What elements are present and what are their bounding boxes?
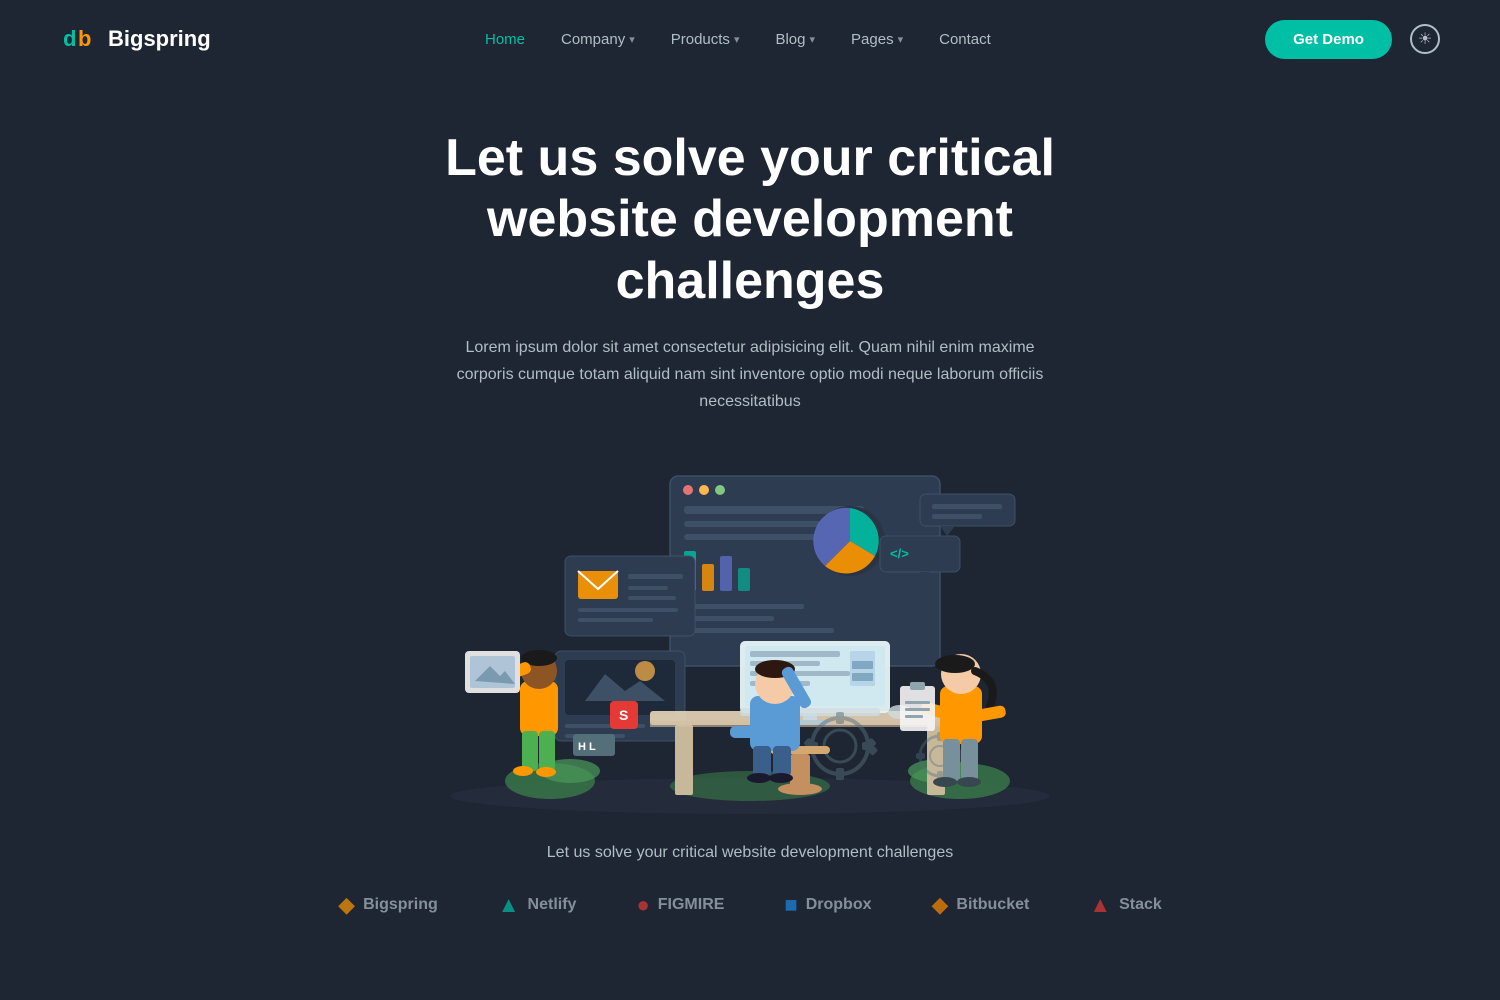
nav-link-home[interactable]: Home bbox=[485, 31, 525, 48]
nav-item-company[interactable]: Company ▾ bbox=[561, 31, 635, 48]
nav-link-pages[interactable]: Pages ▾ bbox=[851, 31, 903, 48]
partner-logo-5: ▲ Stack bbox=[1089, 892, 1161, 918]
chevron-down-icon: ▾ bbox=[898, 33, 904, 46]
logo-partner-name: Stack bbox=[1119, 896, 1162, 914]
bottom-tagline: Let us solve your critical website devel… bbox=[60, 844, 1440, 862]
nav-item-home[interactable]: Home bbox=[485, 31, 525, 48]
partner-logo-4: ◆ Bitbucket bbox=[932, 892, 1030, 918]
partner-logo-0: ◆ Bigspring bbox=[338, 892, 438, 918]
partner-logo-3: ■ Dropbox bbox=[784, 892, 871, 918]
logo[interactable]: d b Bigspring bbox=[60, 20, 211, 58]
nav-link-products[interactable]: Products ▾ bbox=[671, 31, 740, 48]
hero-section: Let us solve your critical website devel… bbox=[0, 78, 1500, 446]
logo-shape-icon: ● bbox=[636, 892, 649, 918]
hero-svg: </> S H L bbox=[410, 456, 1090, 816]
logo-text: Bigspring bbox=[108, 26, 211, 52]
logo-partner-name: Dropbox bbox=[806, 896, 872, 914]
nav-item-pages[interactable]: Pages ▾ bbox=[851, 31, 903, 48]
nav-links: Home Company ▾ Products ▾ Blog ▾ Pages ▾ bbox=[485, 31, 991, 48]
logo-icon: d b bbox=[60, 20, 98, 58]
partner-logo-2: ● FIGMIRE bbox=[636, 892, 724, 918]
hero-illustration: </> S H L bbox=[0, 456, 1500, 816]
svg-text:b: b bbox=[78, 26, 91, 51]
logo-partner-name: FIGMIRE bbox=[658, 896, 725, 914]
logos-row: ◆ Bigspring ▲ Netlify ● FIGMIRE ■ Dropbox ◆ Bitbu… bbox=[60, 882, 1440, 918]
nav-item-contact[interactable]: Contact bbox=[939, 31, 991, 48]
theme-toggle-button[interactable]: ☀ bbox=[1410, 24, 1440, 54]
logo-partner-name: Netlify bbox=[528, 896, 577, 914]
hero-subtext: Lorem ipsum dolor sit amet consectetur a… bbox=[440, 334, 1060, 416]
svg-text:</>: </> bbox=[890, 546, 909, 561]
get-demo-button[interactable]: Get Demo bbox=[1265, 20, 1392, 59]
chevron-down-icon: ▾ bbox=[629, 33, 635, 46]
svg-text:d: d bbox=[63, 26, 76, 51]
logo-partner-name: Bigspring bbox=[363, 896, 438, 914]
nav-right: Get Demo ☀ bbox=[1265, 20, 1440, 59]
chevron-down-icon: ▾ bbox=[810, 33, 816, 46]
logo-shape-icon: ▲ bbox=[1089, 892, 1111, 918]
nav-link-company[interactable]: Company ▾ bbox=[561, 31, 635, 48]
chevron-down-icon: ▾ bbox=[734, 33, 740, 46]
nav-link-blog[interactable]: Blog ▾ bbox=[775, 31, 815, 48]
logo-shape-icon: ◆ bbox=[338, 892, 355, 918]
svg-text:H L: H L bbox=[578, 741, 596, 753]
navbar: d b Bigspring Home Company ▾ Products ▾ … bbox=[0, 0, 1500, 78]
nav-item-blog[interactable]: Blog ▾ bbox=[775, 31, 815, 48]
logo-shape-icon: ◆ bbox=[932, 892, 949, 918]
logo-shape-icon: ■ bbox=[784, 892, 797, 918]
nav-item-products[interactable]: Products ▾ bbox=[671, 31, 740, 48]
hero-heading: Let us solve your critical website devel… bbox=[380, 128, 1120, 312]
sun-icon: ☀ bbox=[1418, 29, 1432, 49]
partner-logo-1: ▲ Netlify bbox=[498, 892, 577, 918]
bottom-section: Let us solve your critical website devel… bbox=[0, 816, 1500, 918]
logo-partner-name: Bitbucket bbox=[956, 896, 1029, 914]
svg-text:S: S bbox=[619, 707, 628, 723]
nav-link-contact[interactable]: Contact bbox=[939, 31, 991, 48]
logo-shape-icon: ▲ bbox=[498, 892, 520, 918]
